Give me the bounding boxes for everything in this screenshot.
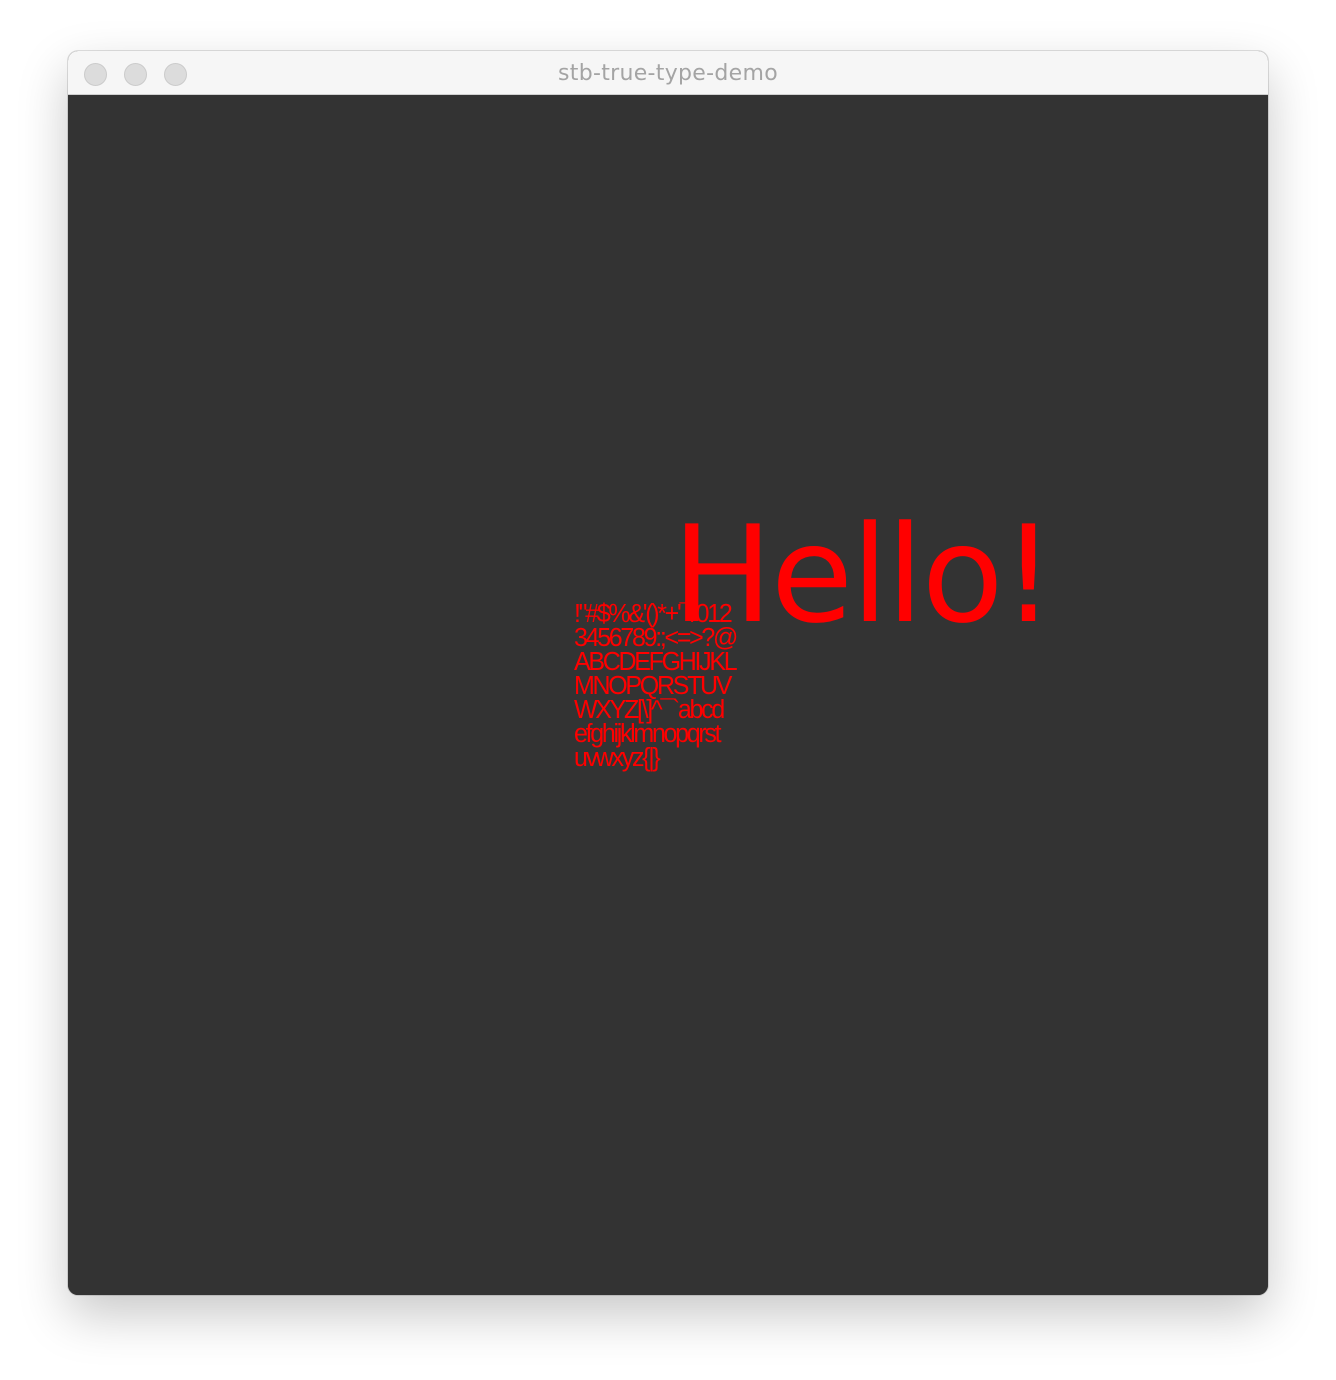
render-canvas: Hello! !"#$%&'()*+'¯/012 3456789:;<=>?@ …: [68, 95, 1268, 1295]
app-window: stb-true-type-demo Hello! !"#$%&'()*+'¯/…: [68, 51, 1268, 1295]
title-bar[interactable]: stb-true-type-demo: [68, 51, 1268, 95]
glyph-atlas: !"#$%&'()*+'¯/012 3456789:;<=>?@ ABCDEFG…: [574, 600, 764, 773]
glyph-row: uvwxyz{|}: [574, 742, 661, 773]
window-title: stb-true-type-demo: [558, 61, 778, 86]
